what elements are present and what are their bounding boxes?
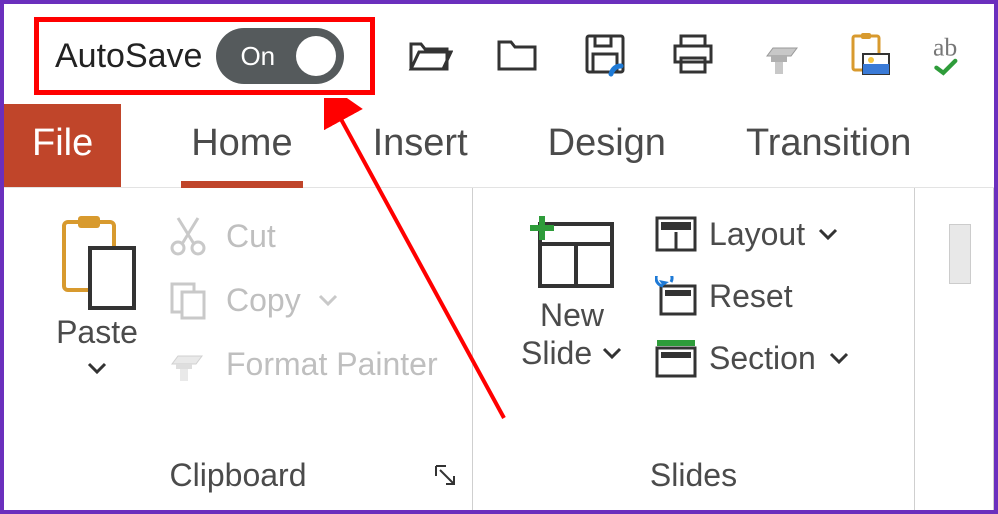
partial-control[interactable] <box>949 224 971 284</box>
reset-label: Reset <box>709 278 793 315</box>
slides-group-label: Slides <box>473 447 914 510</box>
chevron-down-icon[interactable] <box>828 340 850 377</box>
autosave-label: AutoSave <box>55 37 202 76</box>
paste-image-icon[interactable] <box>845 30 893 83</box>
reset-button[interactable]: Reset <box>655 276 850 316</box>
autosave-highlight-box: AutoSave On <box>34 17 375 95</box>
tab-transitions[interactable]: Transition <box>736 104 921 187</box>
group-next <box>915 188 994 510</box>
format-painter-button[interactable]: Format Painter <box>166 342 438 386</box>
save-icon[interactable] <box>581 30 629 83</box>
section-button[interactable]: Section <box>655 338 850 378</box>
chevron-down-icon[interactable] <box>317 282 339 319</box>
layout-label: Layout <box>709 216 805 253</box>
chevron-down-icon[interactable] <box>86 357 108 384</box>
chevron-down-icon[interactable] <box>817 216 839 253</box>
clipboard-group-label: Clipboard <box>4 447 472 510</box>
chevron-down-icon[interactable] <box>601 335 623 371</box>
tab-file[interactable]: File <box>4 104 121 187</box>
copy-label: Copy <box>226 282 301 319</box>
quick-access-toolbar: AutoSave On <box>4 4 994 104</box>
cut-label: Cut <box>226 218 276 255</box>
copy-button[interactable]: Copy <box>166 278 438 322</box>
svg-text:ab: ab <box>933 32 957 61</box>
layout-button[interactable]: Layout <box>655 214 850 254</box>
new-slide-button[interactable]: New Slide <box>507 214 637 447</box>
tab-design[interactable]: Design <box>538 104 676 187</box>
new-slide-label: New Slide <box>521 297 604 371</box>
spellcheck-icon[interactable]: ab <box>933 30 989 83</box>
paste-label: Paste <box>56 314 138 351</box>
group-slides: New Slide Layout Reset <box>473 188 915 510</box>
format-painter-icon[interactable] <box>757 30 805 83</box>
new-icon[interactable] <box>493 30 541 83</box>
autosave-toggle[interactable]: On <box>216 28 344 84</box>
ribbon: Paste Cut <box>4 188 994 510</box>
paste-button[interactable]: Paste <box>38 214 156 447</box>
section-label: Section <box>709 340 816 377</box>
cut-button[interactable]: Cut <box>166 214 438 258</box>
dialog-launcher-icon[interactable] <box>432 459 458 496</box>
group-clipboard: Paste Cut <box>4 188 473 510</box>
autosave-state: On <box>240 41 275 72</box>
print-icon[interactable] <box>669 30 717 83</box>
format-painter-label: Format Painter <box>226 346 438 383</box>
open-icon[interactable] <box>405 30 453 83</box>
qat-icons: ab <box>405 30 989 83</box>
toggle-knob <box>296 36 336 76</box>
tab-home[interactable]: Home <box>181 104 302 187</box>
tab-insert[interactable]: Insert <box>363 104 478 187</box>
ribbon-tabs: File Home Insert Design Transition <box>4 104 994 188</box>
